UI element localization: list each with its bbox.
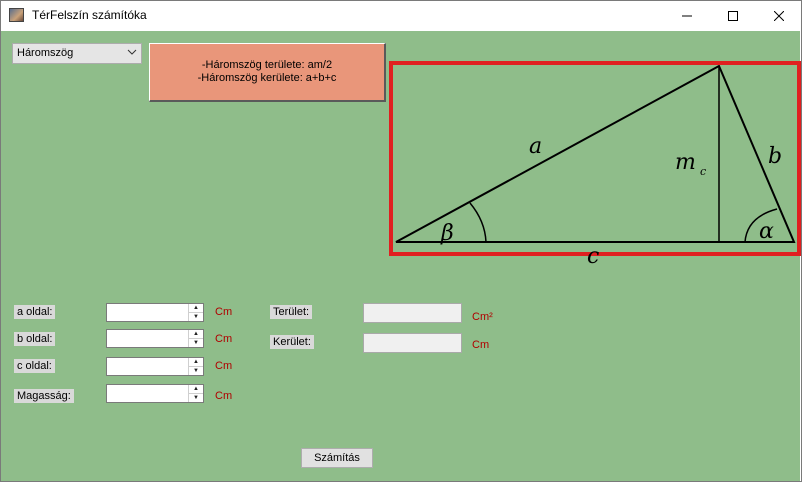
triangle-figure: a b m c β α (389, 61, 801, 256)
shape-select[interactable]: Háromszög (12, 43, 142, 64)
side-c-label-text: c oldal: (14, 359, 55, 373)
side-c-down-button[interactable]: ▼ (189, 366, 203, 375)
title-bar: TérFelszín számítóka (0, 0, 802, 31)
side-b-label: b (768, 144, 782, 169)
area-unit: Cm² (472, 311, 493, 323)
side-b-label-text: b oldal: (14, 332, 56, 346)
perimeter-output[interactable] (363, 333, 462, 353)
area-output[interactable] (363, 303, 462, 323)
side-b-input[interactable]: ▲ ▼ (106, 329, 204, 348)
app-icon (9, 8, 24, 22)
side-a-down-button[interactable]: ▼ (189, 312, 203, 321)
area-label: Terület: (270, 305, 313, 319)
chevron-down-icon (127, 49, 137, 55)
side-b-unit: Cm (215, 333, 233, 345)
perimeter-unit: Cm (472, 339, 490, 351)
minimize-button[interactable] (664, 0, 710, 31)
maximize-button[interactable] (710, 0, 756, 31)
side-b-down-button[interactable]: ▼ (189, 338, 203, 347)
side-a-label-text: a oldal: (14, 305, 56, 319)
height-subscript-label: c (700, 165, 706, 178)
height-up-button[interactable]: ▲ (189, 385, 203, 393)
height-input[interactable]: ▲ ▼ (106, 384, 204, 403)
triangle-drawing: a b m c β α (395, 65, 796, 246)
height-label-text: Magasság: (14, 389, 74, 403)
side-a-label: a (529, 134, 542, 159)
beta-arc (469, 202, 487, 243)
height-down-button[interactable]: ▼ (189, 393, 203, 402)
side-a-unit: Cm (215, 306, 233, 318)
height-label: m (675, 150, 696, 175)
side-c-label: c (587, 249, 599, 265)
side-c-input[interactable]: ▲ ▼ (106, 357, 204, 376)
maximize-icon (728, 10, 738, 21)
minimize-icon (682, 15, 692, 16)
triangle-shape (395, 65, 796, 243)
height-unit: Cm (215, 390, 233, 402)
perimeter-label: Kerület: (270, 335, 314, 349)
shape-select-value: Háromszög (17, 47, 74, 59)
formula-area: -Háromszög területe: am/2 (201, 59, 333, 71)
side-c-up-button[interactable]: ▲ (189, 358, 203, 366)
side-c-label-area: c (587, 249, 599, 265)
angle-alpha-label: α (759, 219, 774, 244)
formula-perimeter: -Háromszög kerülete: a+b+c (197, 72, 337, 84)
close-button[interactable] (756, 0, 802, 31)
side-b-up-button[interactable]: ▲ (189, 330, 203, 338)
formula-info-panel: -Háromszög területe: am/2 -Háromszög ker… (149, 43, 386, 102)
side-a-input[interactable]: ▲ ▼ (106, 303, 204, 322)
side-a-up-button[interactable]: ▲ (189, 304, 203, 312)
close-icon (774, 10, 784, 21)
calculate-button[interactable]: Számítás (301, 448, 373, 468)
window-title: TérFelszín számítóka (32, 8, 147, 22)
side-c-unit: Cm (215, 360, 233, 372)
angle-beta-label: β (440, 221, 454, 246)
